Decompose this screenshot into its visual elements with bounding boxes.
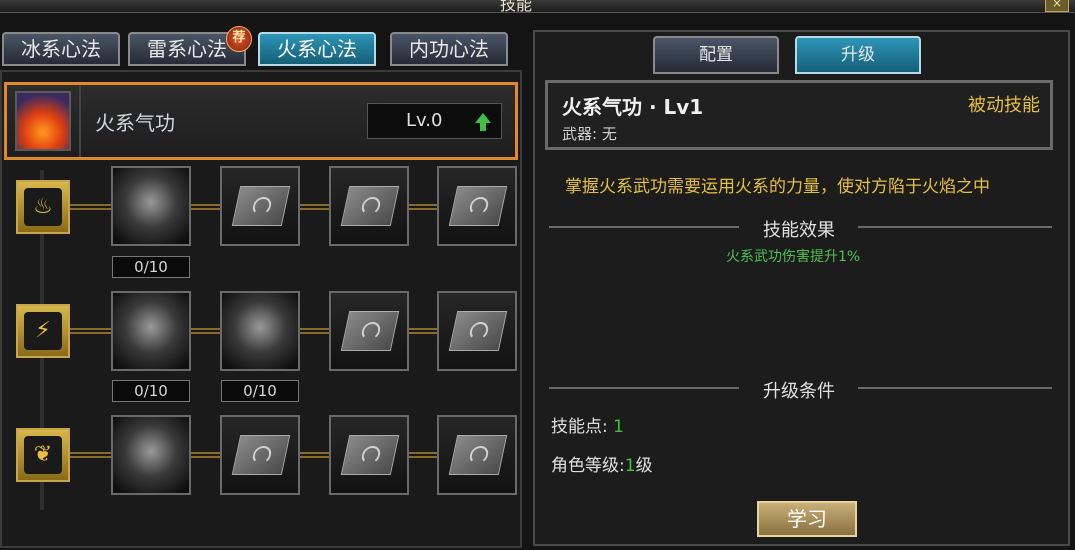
connector <box>300 328 330 334</box>
condition-label: 角色等级: <box>551 456 625 476</box>
locked-book-icon[interactable] <box>437 415 517 495</box>
locked-book-icon[interactable] <box>437 291 517 371</box>
effect-text: 火系武功伤害提升1% <box>726 249 861 265</box>
skill-slot-sun-nova[interactable] <box>111 415 191 495</box>
recommend-badge: 荐 <box>226 26 252 52</box>
tab-ice-method[interactable]: 冰系心法 <box>2 32 120 66</box>
category-glyph: ❦ <box>33 442 53 467</box>
effect-heading: 技能效果 <box>763 220 835 241</box>
condition-label: 技能点: <box>551 417 608 437</box>
condition-value: 1 <box>624 456 636 476</box>
tab-label: 升级 <box>841 45 875 65</box>
tab-label: 内功心法 <box>409 37 489 61</box>
divider <box>79 85 81 157</box>
condition-value: 1 <box>613 417 624 437</box>
skill-description: 掌握火系武功需要运用火系的力量，使对方陷于火焰之中 <box>565 177 990 197</box>
window-title: 技能 <box>500 0 533 14</box>
locked-book-icon[interactable] <box>329 291 409 371</box>
tab-fire-method[interactable]: 火系心法 <box>258 32 376 66</box>
condition-unit: 级 <box>635 456 653 476</box>
skill-slot-fireball-burst[interactable] <box>220 291 300 371</box>
window-titlebar: 技能 × <box>0 0 1075 14</box>
green-arrow-up-icon-stem <box>480 123 486 131</box>
connector <box>409 328 439 334</box>
connector <box>409 452 439 458</box>
skill-title: 火系气功 · Lv1 <box>562 95 704 119</box>
divider <box>858 226 1052 228</box>
weapon-label: 武器: <box>562 125 598 143</box>
connector <box>191 204 221 210</box>
condition-character-level: 角色等级:1级 <box>551 451 653 476</box>
tab-thunder-method[interactable]: 雷系心法 荐 <box>128 26 252 66</box>
divider <box>858 387 1052 389</box>
school-header[interactable]: 火系气功 Lv.0 <box>4 82 518 160</box>
level-value: Lv.0 <box>406 110 443 131</box>
skill-slot-comet-strike[interactable] <box>111 291 191 371</box>
skill-info-box: 火系气功 · Lv1 武器: 无 被动技能 <box>545 80 1053 150</box>
flame-icon <box>15 91 71 151</box>
locked-book-icon[interactable] <box>437 166 517 246</box>
school-name: 火系气功 <box>95 111 175 135</box>
tab-config[interactable]: 配置 <box>653 36 779 74</box>
category-glyph: ♨ <box>33 194 53 219</box>
locked-book-icon[interactable] <box>329 166 409 246</box>
connector <box>409 204 439 210</box>
divider <box>549 226 739 228</box>
skill-count: 0/10 <box>112 256 190 278</box>
connector <box>191 328 221 334</box>
divider <box>549 387 739 389</box>
condition-skill-points: 技能点: 1 <box>551 412 624 437</box>
skill-slot-blade-arc[interactable] <box>111 166 191 246</box>
connector <box>70 328 112 334</box>
condition-heading: 升级条件 <box>763 381 835 402</box>
skill-count: 0/10 <box>221 380 299 402</box>
locked-book-icon[interactable] <box>329 415 409 495</box>
fire-sigil-icon[interactable]: ♨ <box>16 180 70 234</box>
skill-count: 0/10 <box>112 380 190 402</box>
weapon-value: 无 <box>601 125 617 143</box>
connector <box>300 204 330 210</box>
close-button[interactable]: × <box>1045 0 1069 12</box>
tab-label: 冰系心法 <box>21 37 101 61</box>
green-arrow-up-icon[interactable] <box>475 113 491 123</box>
shield-leaf-icon[interactable]: ❦ <box>16 428 70 482</box>
tab-label: 火系心法 <box>277 37 357 61</box>
claw-slash-icon[interactable]: ⚡ <box>16 304 70 358</box>
tab-inner-method[interactable]: 内功心法 <box>390 32 508 66</box>
weapon-line: 武器: 无 <box>562 123 617 144</box>
connector <box>191 452 221 458</box>
connector <box>70 204 112 210</box>
level-display: Lv.0 <box>367 103 502 139</box>
tab-label: 配置 <box>699 45 733 65</box>
tab-upgrade[interactable]: 升级 <box>795 36 921 74</box>
learn-button[interactable]: 学习 <box>757 501 857 537</box>
connector <box>300 452 330 458</box>
tab-label: 雷系心法 <box>147 37 227 61</box>
connector <box>70 452 112 458</box>
locked-book-icon[interactable] <box>220 166 300 246</box>
locked-book-icon[interactable] <box>220 415 300 495</box>
category-glyph: ⚡ <box>35 318 51 343</box>
skill-type: 被动技能 <box>968 95 1040 116</box>
